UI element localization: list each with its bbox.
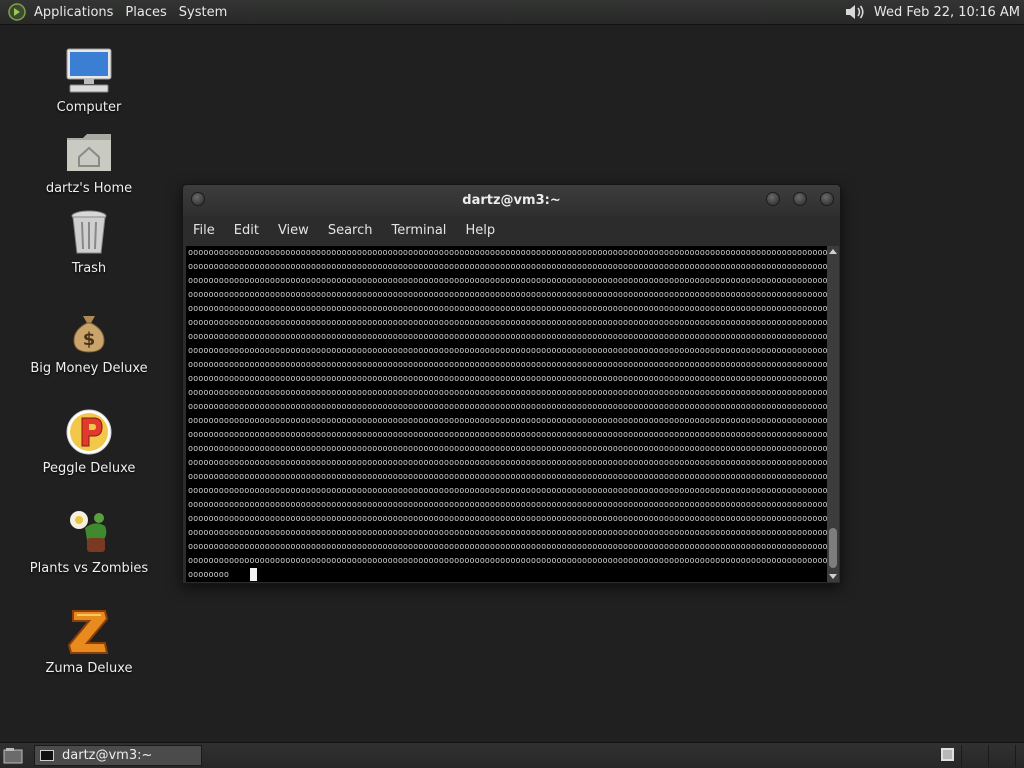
maximize-button[interactable] <box>793 192 807 206</box>
terminal-output-line: oooooooooooooooooooooooooooooooooooooooo… <box>188 304 827 314</box>
minimize-button[interactable] <box>766 192 780 206</box>
menu-search[interactable]: Search <box>328 223 373 238</box>
trash-icon <box>63 206 115 258</box>
terminal-output-line: oooooooooooooooooooooooooooooooooooooooo… <box>188 458 827 468</box>
zuma-icon <box>63 606 115 658</box>
desktop-icon-trash[interactable]: Trash <box>24 206 154 276</box>
desktop-icon-label: dartz's Home <box>45 181 133 196</box>
terminal-output-line: oooooooooooooooooooooooooooooooooooooooo… <box>188 332 827 342</box>
desktop-icon-label: Trash <box>71 261 107 276</box>
workspace-1[interactable] <box>941 748 954 761</box>
terminal-output-line: oooooooooooooooooooooooooooooooooooooooo… <box>188 416 827 426</box>
terminal-output-line: oooooooooooooooooooooooooooooooooooooooo… <box>188 556 827 566</box>
workspace-3[interactable] <box>995 748 1008 761</box>
terminal-title: dartz@vm3:~ <box>462 193 561 208</box>
show-desktop-icon[interactable] <box>3 747 23 764</box>
terminal-output-line: oooooooooooooooooooooooooooooooooooooooo… <box>188 374 827 384</box>
top-panel: Applications Places System Wed Feb 22, 1… <box>0 0 1024 25</box>
terminal-output-line: oooooooooooooooooooooooooooooooooooooooo… <box>188 276 827 286</box>
desktop-icon-peggle[interactable]: Peggle Deluxe <box>24 406 154 476</box>
system-menu[interactable]: System <box>179 5 227 20</box>
desktop-icon-home[interactable]: dartz's Home <box>24 126 154 196</box>
menu-edit[interactable]: Edit <box>234 223 259 238</box>
panel-clock[interactable]: Wed Feb 22, 10:16 AM <box>874 5 1020 20</box>
plants-vs-zombies-icon <box>63 506 115 558</box>
terminal-output-line: oooooooooooooooooooooooooooooooooooooooo… <box>188 444 827 454</box>
terminal-output-line: oooooooooooooooooooooooooooooooooooooooo… <box>188 360 827 370</box>
home-folder-icon <box>63 126 115 178</box>
menu-terminal[interactable]: Terminal <box>391 223 446 238</box>
desktop-icon-big-money[interactable]: $ Big Money Deluxe <box>24 306 154 376</box>
terminal-output-line: oooooooooooooooooooooooooooooooooooooooo… <box>188 472 827 482</box>
terminal-output-line: oooooooooooooooooooooooooooooooooooooooo… <box>188 262 827 272</box>
foot-logo-icon[interactable] <box>6 1 28 23</box>
menu-help[interactable]: Help <box>465 223 495 238</box>
workspace-divider <box>1015 745 1016 767</box>
terminal-window[interactable]: dartz@vm3:~ File Edit View Search Termin… <box>182 184 841 584</box>
terminal-scrollbar[interactable] <box>827 246 839 582</box>
desktop-icon-label: Peggle Deluxe <box>42 461 136 476</box>
terminal-output-line: oooooooooooooooooooooooooooooooooooooooo… <box>188 500 827 510</box>
svg-text:$: $ <box>83 329 96 350</box>
terminal-output-line: oooooooooooooooooooooooooooooooooooooooo… <box>188 528 827 538</box>
desktop-icon-computer[interactable]: Computer <box>24 45 154 115</box>
terminal-output-line: oooooooooooooooooooooooooooooooooooooooo… <box>188 346 827 356</box>
scroll-down-icon[interactable] <box>829 574 837 579</box>
terminal-output-line: oooooooooooooooooooooooooooooooooooooooo… <box>188 486 827 496</box>
desktop-icon-label: Plants vs Zombies <box>29 561 149 576</box>
terminal-titlebar[interactable]: dartz@vm3:~ <box>183 185 840 216</box>
terminal-output-line: oooooooooooooooooooooooooooooooooooooooo… <box>188 514 827 524</box>
menu-file[interactable]: File <box>193 223 215 238</box>
desktop-icon-zuma[interactable]: Zuma Deluxe <box>24 606 154 676</box>
scrollbar-thumb[interactable] <box>829 528 837 568</box>
volume-icon[interactable] <box>844 1 868 23</box>
desktop: Applications Places System Wed Feb 22, 1… <box>0 0 1024 768</box>
workspace-divider <box>988 745 989 767</box>
workspace-divider <box>961 745 962 767</box>
terminal-output-line: oooooooooooooooooooooooooooooooooooooooo… <box>188 248 827 258</box>
terminal-output-line: oooooooooooooooooooooooooooooooooooooooo… <box>188 402 827 412</box>
terminal-prompt-line: oooooooo <box>188 570 229 580</box>
terminal-screen[interactable]: oooooooooooooooooooooooooooooooooooooooo… <box>186 246 827 582</box>
terminal-output-line: oooooooooooooooooooooooooooooooooooooooo… <box>188 318 827 328</box>
taskbar-button-terminal[interactable]: dartz@vm3:~ <box>34 745 202 766</box>
workspace-2[interactable] <box>968 748 981 761</box>
money-bag-icon: $ <box>63 306 115 358</box>
computer-icon <box>63 45 115 97</box>
applications-menu[interactable]: Applications <box>34 5 113 20</box>
desktop-icon-label: Zuma Deluxe <box>45 661 133 676</box>
terminal-cursor <box>250 568 257 581</box>
taskbar-label: dartz@vm3:~ <box>62 748 153 763</box>
terminal-menubar: File Edit View Search Terminal Help <box>183 216 840 244</box>
bottom-panel: dartz@vm3:~ <box>0 742 1024 768</box>
peggle-icon <box>63 406 115 458</box>
desktop-icon-label: Big Money Deluxe <box>30 361 148 376</box>
terminal-icon <box>40 750 54 761</box>
terminal-output-line: oooooooooooooooooooooooooooooooooooooooo… <box>188 290 827 300</box>
desktop-icon-plants-vs-zombies[interactable]: Plants vs Zombies <box>24 506 154 576</box>
terminal-output-line: oooooooooooooooooooooooooooooooooooooooo… <box>188 542 827 552</box>
menu-view[interactable]: View <box>278 223 309 238</box>
terminal-output-line: oooooooooooooooooooooooooooooooooooooooo… <box>188 388 827 398</box>
close-button[interactable] <box>820 192 834 206</box>
desktop-icon-label: Computer <box>56 100 122 115</box>
terminal-output-line: oooooooooooooooooooooooooooooooooooooooo… <box>188 430 827 440</box>
places-menu[interactable]: Places <box>125 5 166 20</box>
scroll-up-icon[interactable] <box>829 249 837 254</box>
